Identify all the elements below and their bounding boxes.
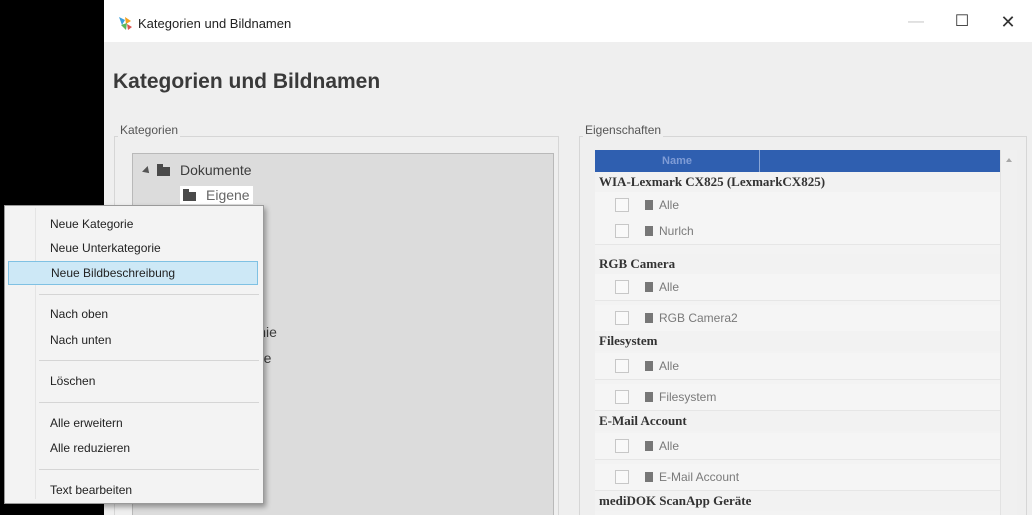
item-label: Nurlch xyxy=(659,224,694,238)
group-row: WIA-Lexmark CX825 (LexmarkCX825) xyxy=(595,172,1000,192)
item-label: Alle xyxy=(659,280,680,294)
maximize-button[interactable]: ☐ xyxy=(942,6,982,38)
tree-node-eigene[interactable]: Eigene xyxy=(180,186,253,204)
tree-node-label: Dokumente xyxy=(180,162,252,178)
checkbox[interactable] xyxy=(615,280,629,294)
list-item[interactable]: Alle xyxy=(595,433,1000,460)
folder-icon xyxy=(183,188,196,201)
checkbox[interactable] xyxy=(615,198,629,212)
document-icon xyxy=(645,200,653,210)
list-item[interactable]: Alle xyxy=(595,274,1000,301)
page-title: Kategorien und Bildnamen xyxy=(113,70,381,93)
folder-icon xyxy=(157,163,170,176)
close-button[interactable]: ✕ xyxy=(988,6,1028,38)
item-label: Alle xyxy=(659,439,680,453)
document-icon xyxy=(645,313,653,323)
column-header-name[interactable]: Name xyxy=(595,150,760,172)
menu-item-neue-unterkategorie[interactable]: Neue Unterkategorie xyxy=(6,236,262,260)
checkbox[interactable] xyxy=(615,311,629,325)
list-item[interactable]: RGB Camera2 xyxy=(595,305,1000,332)
group-row: E-Mail Account xyxy=(595,411,1000,431)
list-item[interactable]: Alle xyxy=(595,192,1000,219)
document-icon xyxy=(645,472,653,482)
item-label: Filesystem xyxy=(659,390,717,404)
properties-table[interactable]: Name WIA-Lexmark CX825 (LexmarkCX825) Al… xyxy=(595,150,1000,515)
checkbox[interactable] xyxy=(615,224,629,238)
checkbox[interactable] xyxy=(615,390,629,404)
checkbox[interactable] xyxy=(615,470,629,484)
list-item[interactable]: Nurlch xyxy=(595,218,1000,245)
item-label: Alle xyxy=(659,359,680,373)
document-icon xyxy=(645,392,653,402)
tree-node-label: Eigene xyxy=(206,187,250,203)
document-icon xyxy=(645,282,653,292)
menu-separator xyxy=(39,402,259,403)
menu-item-nach-oben[interactable]: Nach oben xyxy=(6,302,262,326)
table-header: Name xyxy=(595,150,1000,172)
item-label: RGB Camera2 xyxy=(659,311,738,325)
group-row: RGB Camera xyxy=(595,254,1000,274)
document-icon xyxy=(645,441,653,451)
tree-node-dokumente[interactable]: Dokumente xyxy=(133,160,433,182)
vertical-scrollbar[interactable] xyxy=(1000,150,1017,515)
menu-item-loeschen[interactable]: Löschen xyxy=(6,369,262,393)
menu-item-neue-kategorie[interactable]: Neue Kategorie xyxy=(6,212,262,236)
kategorien-label: Kategorien xyxy=(118,123,181,137)
expand-arrow-icon[interactable] xyxy=(142,166,152,176)
checkbox[interactable] xyxy=(615,359,629,373)
group-row: mediDOK ScanApp Geräte xyxy=(595,491,1000,511)
menu-item-alle-erweitern[interactable]: Alle erweitern xyxy=(6,411,262,435)
menu-separator xyxy=(39,294,259,295)
list-item[interactable]: Filesystem xyxy=(595,384,1000,411)
item-label: E-Mail Account xyxy=(659,470,740,484)
document-icon xyxy=(645,361,653,371)
minimize-button[interactable]: — xyxy=(896,6,936,38)
title-bar: Kategorien und Bildnamen — ☐ ✕ xyxy=(104,0,1032,42)
context-menu: Neue Kategorie Neue Unterkategorie Neue … xyxy=(4,205,264,504)
checkbox[interactable] xyxy=(615,439,629,453)
scroll-up-arrow-icon[interactable] xyxy=(1006,158,1012,162)
menu-item-nach-unten[interactable]: Nach unten xyxy=(6,328,262,352)
menu-separator xyxy=(39,469,259,470)
menu-item-text-bearbeiten[interactable]: Text bearbeiten xyxy=(6,478,262,502)
document-icon xyxy=(645,226,653,236)
app-icon xyxy=(119,17,132,30)
window-title: Kategorien und Bildnamen xyxy=(138,16,292,31)
item-label: Alle xyxy=(659,198,680,212)
menu-item-alle-reduzieren[interactable]: Alle reduzieren xyxy=(6,436,262,460)
list-item[interactable]: Alle xyxy=(595,353,1000,380)
list-item[interactable]: E-Mail Account xyxy=(595,464,1000,491)
menu-separator xyxy=(39,360,259,361)
menu-item-neue-bildbeschreibung[interactable]: Neue Bildbeschreibung xyxy=(8,261,258,285)
group-row: Filesystem xyxy=(595,331,1000,351)
eigenschaften-label: Eigenschaften xyxy=(583,123,664,137)
